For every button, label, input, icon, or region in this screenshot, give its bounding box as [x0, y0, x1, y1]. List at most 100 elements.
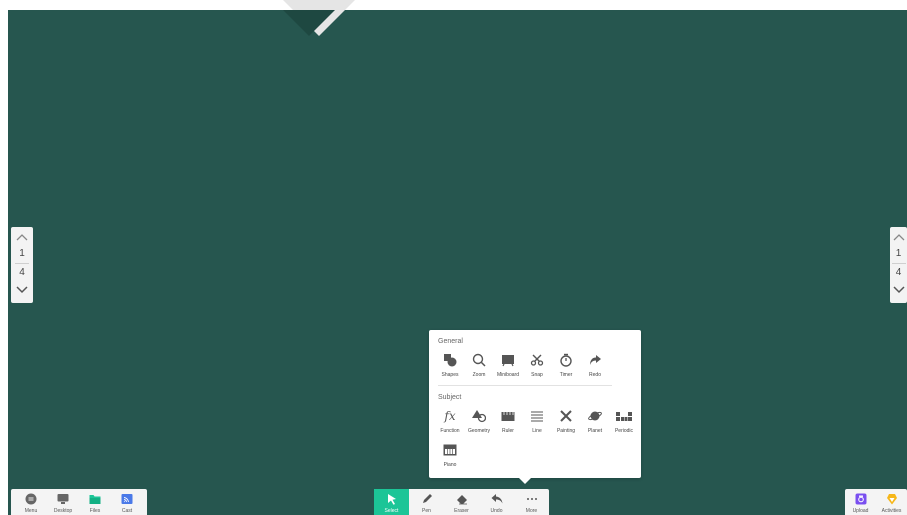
center-toolbar: Select Pen Eraser Undo More — [374, 489, 549, 515]
dock-label: Activities — [881, 508, 902, 514]
undo-button[interactable]: Undo — [479, 489, 514, 515]
tool-function[interactable]: fx Function — [438, 408, 462, 434]
page-up-button[interactable] — [893, 227, 905, 247]
activities-icon — [886, 493, 898, 505]
tool-miniboard[interactable]: Miniboard — [496, 352, 520, 378]
chevron-down-icon — [16, 286, 28, 294]
chevron-down-icon — [892, 286, 905, 294]
general-tools-row: Shapes Zoom Miniboard Snap Timer Redo — [438, 352, 612, 378]
dock-label: Files — [89, 508, 101, 514]
periodic-icon — [616, 408, 632, 424]
tool-timer[interactable]: Timer — [554, 352, 578, 378]
tool-label: Ruler — [502, 428, 514, 434]
tool-ruler[interactable]: Ruler — [496, 408, 520, 434]
timer-icon — [558, 352, 574, 368]
tool-piano[interactable]: Piano — [438, 442, 462, 468]
tool-shapes[interactable]: Shapes — [438, 352, 462, 378]
line-icon — [529, 408, 545, 424]
dock-label: Desktop — [53, 508, 73, 514]
top-pull-tab-inner — [283, 10, 335, 36]
page-down-button[interactable] — [16, 280, 28, 300]
tool-label: Function — [440, 428, 460, 434]
page-navigator-right: 1 4 — [890, 227, 907, 303]
ruler-icon — [500, 408, 516, 424]
section-divider — [438, 385, 612, 386]
tool-label: Geometry — [468, 428, 490, 434]
page-divider — [891, 263, 906, 264]
page-up-button[interactable] — [16, 227, 28, 247]
chevron-up-icon — [16, 234, 28, 241]
dock-label: Pen — [422, 508, 431, 514]
tool-snap[interactable]: Snap — [525, 352, 549, 378]
dock-label: Eraser — [454, 508, 469, 514]
left-dock: Menu Desktop Files Cast — [11, 489, 147, 515]
cast-icon — [121, 493, 133, 505]
dock-label: Undo — [490, 508, 503, 514]
total-pages: 4 — [895, 267, 902, 278]
tool-zoom[interactable]: Zoom — [467, 352, 491, 378]
tool-painting[interactable]: Painting — [554, 408, 578, 434]
tool-label: Shapes — [441, 372, 459, 378]
tool-redo[interactable]: Redo — [583, 352, 607, 378]
zoom-icon — [471, 352, 487, 368]
menu-icon — [25, 493, 37, 505]
dock-label: Cast — [121, 508, 133, 514]
dock-label: Upload — [852, 508, 869, 514]
current-page: 1 — [19, 248, 25, 259]
activities-button[interactable]: Activities — [876, 489, 907, 515]
select-tool-button[interactable]: Select — [374, 489, 409, 515]
undo-icon — [491, 493, 503, 505]
scissors-icon — [529, 352, 545, 368]
desktop-icon — [57, 493, 69, 505]
folder-icon — [89, 493, 101, 505]
upload-button[interactable]: Upload — [845, 489, 876, 515]
more-button[interactable]: More — [514, 489, 549, 515]
piano-icon — [442, 442, 458, 458]
pen-tool-button[interactable]: Pen — [409, 489, 444, 515]
tool-periodic[interactable]: Periodic — [612, 408, 636, 434]
tool-line[interactable]: Line — [525, 408, 549, 434]
tool-label: Periodic — [614, 428, 634, 434]
tool-label: Painting — [556, 428, 576, 434]
eraser-tool-button[interactable]: Eraser — [444, 489, 479, 515]
planet-icon — [587, 408, 603, 424]
pen-icon — [421, 493, 433, 505]
menu-button[interactable]: Menu — [15, 489, 47, 515]
cast-button[interactable]: Cast — [111, 489, 143, 515]
panel-caret — [519, 478, 531, 484]
miniboard-icon — [500, 352, 516, 368]
eraser-icon — [456, 493, 468, 505]
tool-label: Snap — [531, 372, 543, 378]
dock-label: More — [525, 508, 538, 514]
general-section-title: General — [438, 338, 463, 345]
right-dock: Upload Activities — [845, 489, 907, 515]
tool-label: Planet — [587, 428, 603, 434]
tool-label: Piano — [443, 462, 457, 468]
files-button[interactable]: Files — [79, 489, 111, 515]
dock-label: Menu — [24, 508, 38, 514]
tool-label: Redo — [589, 372, 601, 378]
tool-label: Zoom — [472, 372, 486, 378]
current-page: 1 — [895, 248, 902, 259]
page-navigator-left: 1 4 — [11, 227, 33, 303]
desktop-button[interactable]: Desktop — [47, 489, 79, 515]
page-down-button[interactable] — [892, 280, 905, 300]
cursor-icon — [386, 493, 398, 505]
subject-tools-row-2: Piano — [438, 442, 467, 468]
redo-icon — [587, 352, 603, 368]
subject-section-title: Subject — [438, 394, 462, 401]
subject-tools-row: fx Function Geometry Ruler Line Painting… — [438, 408, 641, 434]
painting-icon — [558, 408, 574, 424]
tool-label: Line — [532, 428, 542, 434]
chevron-up-icon — [893, 234, 904, 241]
tool-planet[interactable]: Planet — [583, 408, 607, 434]
more-tools-panel: General Shapes Zoom Miniboard Snap Timer… — [429, 330, 641, 484]
tool-label: Timer — [559, 372, 573, 378]
upload-icon — [855, 493, 867, 505]
page-divider — [15, 263, 29, 264]
function-icon: fx — [444, 409, 456, 423]
geometry-icon — [471, 408, 487, 424]
tool-geometry[interactable]: Geometry — [467, 408, 491, 434]
total-pages: 4 — [19, 267, 25, 278]
dock-label: Select — [384, 508, 399, 514]
